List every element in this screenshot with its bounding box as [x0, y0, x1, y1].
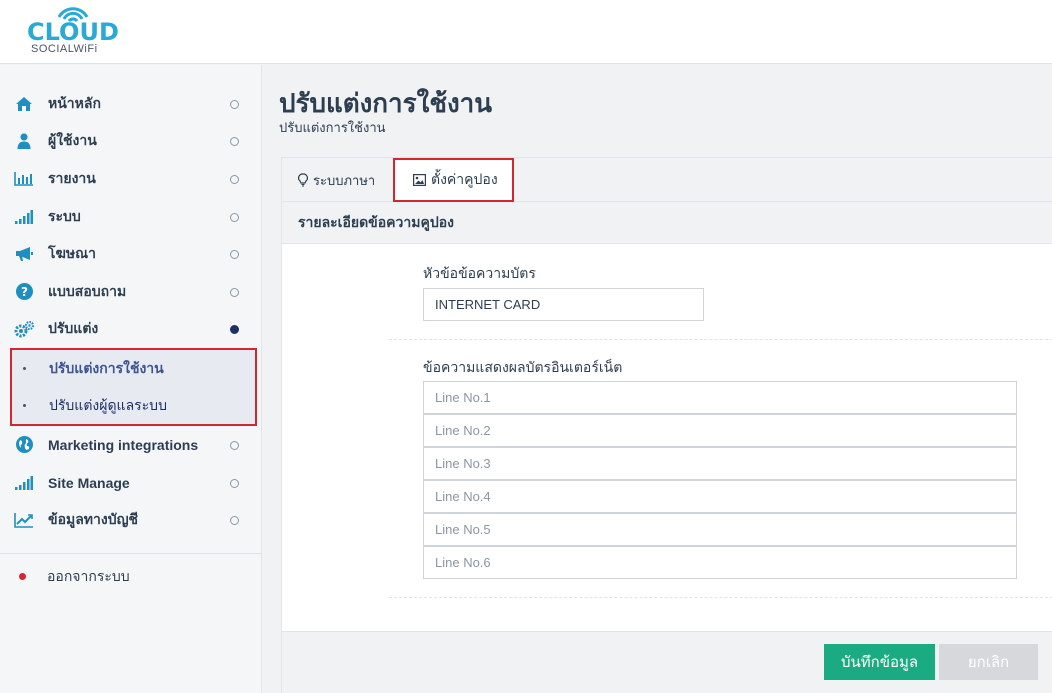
- page-subtitle: ปรับแต่งการใช้งาน: [279, 121, 386, 136]
- bar-chart-icon: [14, 170, 34, 188]
- form-footer: บันทึกข้อมูล ยกเลิก: [282, 631, 1052, 693]
- line-6-input[interactable]: Line No.6: [423, 546, 1017, 579]
- user-icon: [14, 132, 34, 150]
- sidebar-item-customize[interactable]: ปรับแต่ง: [0, 311, 261, 349]
- image-icon: [413, 174, 426, 186]
- signal-icon: [14, 474, 34, 492]
- sidebar-menu-lower: Marketing integrations Site Manage ข้อมู…: [0, 426, 261, 539]
- collapse-dot-icon: [230, 212, 239, 222]
- line-chart-icon: [14, 511, 34, 529]
- card-header-label: หัวข้อข้อความบัตร: [423, 266, 536, 282]
- card-header-input[interactable]: INTERNET CARD: [423, 288, 704, 321]
- bullet-icon: [23, 404, 26, 408]
- collapse-dot-icon: [230, 174, 239, 184]
- sidebar-item-label: โฆษณา: [48, 246, 96, 263]
- sidebar: หน้าหลัก ผู้ใช้งาน รายงาน ระบบ โฆษณา ? แ…: [0, 65, 262, 693]
- sidebar-subitem-label: ปรับแต่งผู้ดูแลระบบ: [49, 397, 167, 414]
- sidebar-menu: หน้าหลัก ผู้ใช้งาน รายงาน ระบบ โฆษณา ? แ…: [0, 65, 261, 348]
- sidebar-item-report[interactable]: รายงาน: [0, 160, 261, 198]
- cancel-button[interactable]: ยกเลิก: [939, 644, 1038, 680]
- globe-icon: [14, 436, 34, 454]
- line-3-input[interactable]: Line No.3: [423, 447, 1017, 480]
- save-button[interactable]: บันทึกข้อมูล: [824, 644, 935, 680]
- expanded-dot-icon: [230, 325, 239, 335]
- collapse-dot-icon: [230, 99, 239, 109]
- sidebar-item-label: ข้อมูลทางบัญชี: [48, 512, 139, 529]
- sidebar-item-label: Site Manage: [48, 474, 130, 491]
- top-bar: CLOUD SOCIALWiFi: [0, 0, 1052, 64]
- sidebar-item-label: แบบสอบถาม: [48, 283, 127, 300]
- line-5-input[interactable]: Line No.5: [423, 513, 1017, 546]
- line-4-input[interactable]: Line No.4: [423, 480, 1017, 513]
- svg-text:?: ?: [21, 285, 28, 299]
- divider: [389, 339, 1052, 340]
- question-icon: ?: [14, 283, 34, 301]
- sidebar-item-users[interactable]: ผู้ใช้งาน: [0, 123, 261, 161]
- card-lines-label: ข้อความแสดงผลบัตรอินเตอร์เน็ต: [423, 360, 623, 376]
- tab-language[interactable]: ระบบภาษา: [298, 158, 375, 202]
- collapse-dot-icon: [230, 516, 239, 526]
- logo-sub-text: SOCIALWiFi: [31, 43, 98, 55]
- logout-button[interactable]: ออกจากระบบ: [0, 554, 261, 600]
- sidebar-item-label: หน้าหลัก: [48, 95, 101, 112]
- sidebar-item-label: Marketing integrations: [48, 436, 199, 453]
- sidebar-item-billing[interactable]: ข้อมูลทางบัญชี: [0, 501, 261, 539]
- customize-submenu: ปรับแต่งการใช้งาน ปรับแต่งผู้ดูแลระบบ: [10, 348, 257, 427]
- sidebar-item-label: ผู้ใช้งาน: [48, 133, 97, 150]
- tab-language-label: ระบบภาษา: [313, 173, 376, 189]
- sidebar-item-label: ปรับแต่ง: [48, 321, 99, 338]
- cloud-socialwifi-logo[interactable]: CLOUD SOCIALWiFi: [27, 4, 119, 60]
- line-1-input[interactable]: Line No.1: [423, 381, 1017, 414]
- sidebar-subitem-label: ปรับแต่งการใช้งาน: [49, 360, 164, 377]
- tab-coupon-settings[interactable]: ตั้งค่าคูปอง: [393, 158, 514, 202]
- logo-main-text: CLOUD: [27, 18, 119, 46]
- sidebar-subitem-usage-settings[interactable]: ปรับแต่งการใช้งาน: [12, 350, 255, 387]
- settings-card: ระบบภาษา ตั้งค่าคูปอง รายละเอียดข้อความค…: [281, 157, 1052, 693]
- logout-dot-icon: [19, 573, 26, 581]
- sidebar-item-system[interactable]: ระบบ: [0, 198, 261, 236]
- collapse-dot-icon: [230, 250, 239, 260]
- lightbulb-icon: [298, 173, 308, 187]
- collapse-dot-icon: [230, 137, 239, 147]
- sidebar-item-survey[interactable]: ? แบบสอบถาม: [0, 273, 261, 311]
- sidebar-item-site-manage[interactable]: Site Manage: [0, 464, 261, 502]
- megaphone-icon: [14, 245, 34, 263]
- sidebar-item-marketing-integrations[interactable]: Marketing integrations: [0, 426, 261, 464]
- gears-icon: [14, 320, 34, 338]
- collapse-dot-icon: [230, 478, 239, 488]
- tab-bar: ระบบภาษา ตั้งค่าคูปอง: [282, 158, 1052, 202]
- sidebar-item-label: ระบบ: [48, 208, 81, 225]
- sidebar-item-label: รายงาน: [48, 170, 96, 187]
- collapse-dot-icon: [230, 287, 239, 297]
- signal-icon: [14, 208, 34, 226]
- section-title: รายละเอียดข้อความคูปอง: [282, 202, 1052, 244]
- sidebar-subitem-admin-settings[interactable]: ปรับแต่งผู้ดูแลระบบ: [12, 387, 255, 424]
- sidebar-item-home[interactable]: หน้าหลัก: [0, 85, 261, 123]
- sidebar-item-advertising[interactable]: โฆษณา: [0, 235, 261, 273]
- tab-coupon-label: ตั้งค่าคูปอง: [431, 172, 498, 188]
- divider: [389, 597, 1052, 598]
- line-2-input[interactable]: Line No.2: [423, 414, 1017, 447]
- logout-label: ออกจากระบบ: [47, 568, 130, 585]
- home-icon: [14, 95, 34, 113]
- collapse-dot-icon: [230, 440, 239, 450]
- bullet-icon: [23, 367, 26, 371]
